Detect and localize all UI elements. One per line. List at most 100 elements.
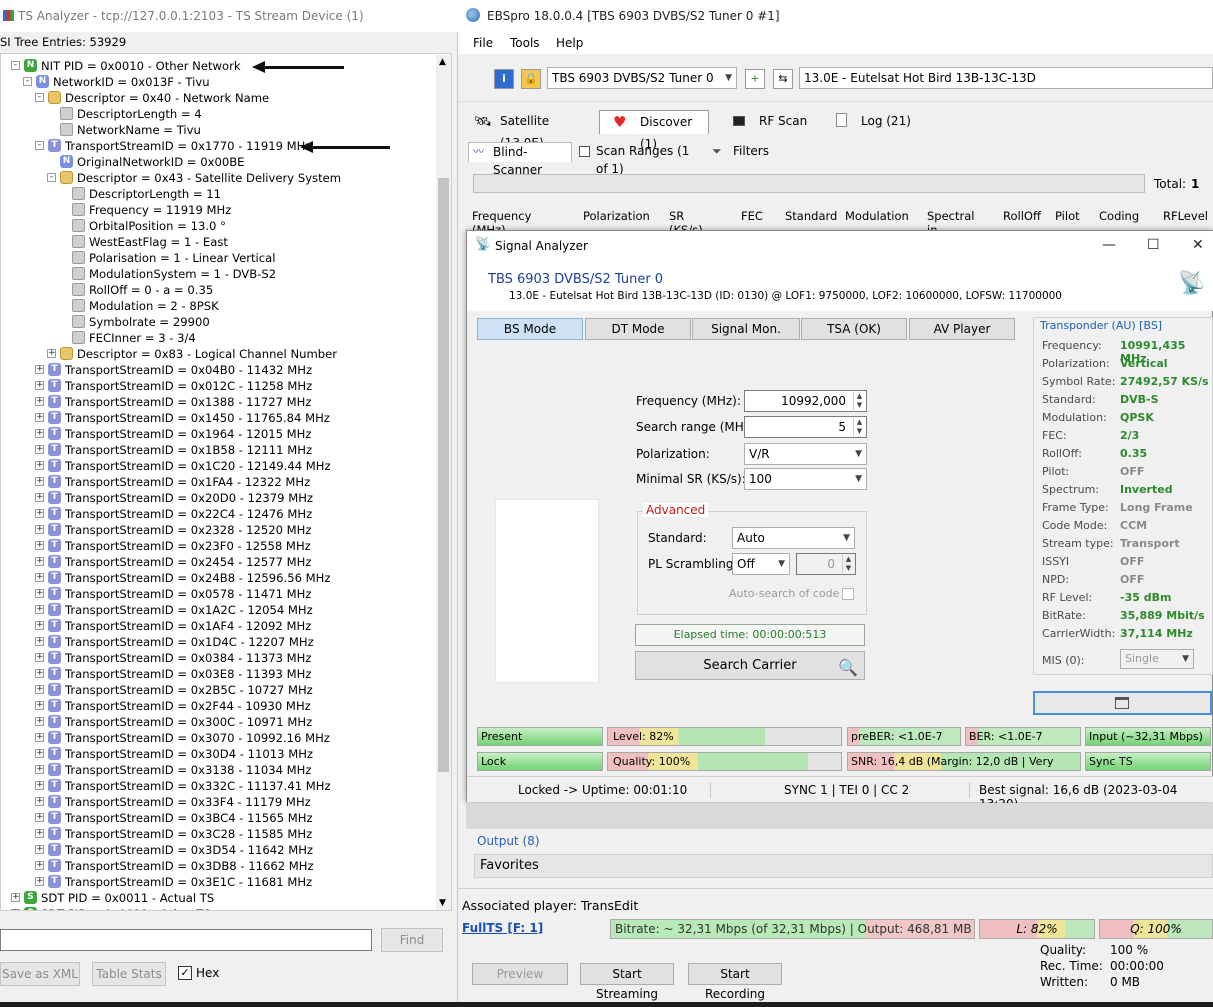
mode-tab-bs[interactable]: BS Mode [477,318,583,340]
start-streaming-button[interactable]: Start Streaming [580,963,674,1001]
tree-row[interactable]: + T TransportStreamID = 0x1964 - 12015 MHz [1,426,431,442]
maximize-icon[interactable]: ☐ [1147,237,1160,253]
tree-row[interactable]: + T TransportStreamID = 0x20D0 - 12379 MHz [1,490,431,506]
tree-row[interactable]: + T TransportStreamID = 0x1AF4 - 12092 MHz [1,618,431,634]
expand-icon[interactable]: + [11,909,20,910]
column-header[interactable]: Polarization [583,209,650,223]
expand-icon[interactable]: + [35,541,44,550]
expand-icon[interactable]: + [35,381,44,390]
spin-arrows-icon[interactable]: ▲ ▼ [842,555,854,573]
expand-icon[interactable]: + [35,669,44,678]
tree-scroll-thumb[interactable] [438,178,449,772]
satellite-select[interactable]: 13.0E - Eutelsat Hot Bird 13B-13C-13D [799,67,1213,89]
ebspro-titlebar[interactable]: EBSpro 18.0.0.4 [TBS 6903 DVBS/S2 Tuner … [458,0,1213,32]
expand-icon[interactable]: + [35,365,44,374]
tree-row[interactable]: - Descriptor = 0x43 - Satellite Delivery … [1,170,431,186]
expand-icon[interactable]: + [35,701,44,710]
output-tab[interactable]: Output (8) [477,834,540,848]
close-icon[interactable]: ✕ [1192,237,1204,253]
expand-icon[interactable]: + [35,797,44,806]
scroll-down-arrow-icon[interactable]: ▼ [439,898,446,908]
tree-row[interactable]: NetworkName = Tivu [1,122,431,138]
tree-row[interactable]: N OriginalNetworkID = 0x00BE [1,154,431,170]
tree-row[interactable]: + T TransportStreamID = 0x1B58 - 12111 MHz [1,442,431,458]
tab-log[interactable]: Log (21) [831,110,915,134]
tree-row[interactable]: + T TransportStreamID = 0x3C28 - 11585 MHz [1,826,431,842]
info-icon[interactable]: i [494,69,514,89]
tree-row[interactable]: Frequency = 11919 MHz [1,202,431,218]
tuner-settings-icon[interactable]: ⇆ [773,69,793,89]
column-header[interactable]: Standard [785,209,837,223]
tree-row[interactable]: + T TransportStreamID = 0x23F0 - 12558 MHz [1,538,431,554]
mode-tab-dt[interactable]: DT Mode [585,318,691,340]
expand-icon[interactable]: + [35,829,44,838]
collapse-icon[interactable]: - [11,61,20,70]
expand-icon[interactable]: + [35,749,44,758]
polarization-select[interactable]: V/R ▼ [744,443,867,465]
expand-icon[interactable]: + [35,861,44,870]
tree-row[interactable]: DescriptorLength = 11 [1,186,431,202]
tree-row[interactable]: + T TransportStreamID = 0x1A2C - 12054 MHz [1,602,431,618]
column-header[interactable]: RollOff [1003,209,1041,223]
tree-row[interactable]: ModulationSystem = 1 - DVB-S2 [1,266,431,282]
expand-icon[interactable]: + [35,413,44,422]
expand-icon[interactable]: + [35,653,44,662]
tree-row[interactable]: Symbolrate = 29900 [1,314,431,330]
table-stats-button[interactable]: Table Stats [92,962,166,986]
mode-tab-tsa[interactable]: TSA (OK) [801,318,907,340]
tree-row[interactable]: - N NetworkID = 0x013F - Tivu [1,74,431,90]
tree-row[interactable]: + T TransportStreamID = 0x332C - 11137.41 … [1,778,431,794]
column-header[interactable]: Pilot [1055,209,1080,223]
expand-icon[interactable]: + [35,877,44,886]
frequency-input[interactable]: 10992,000 ▲ ▼ [744,390,867,412]
spin-arrows-icon[interactable]: ▲ ▼ [853,392,865,410]
expand-icon[interactable]: + [35,621,44,630]
expand-icon[interactable]: + [35,845,44,854]
expand-icon[interactable]: + [35,589,44,598]
tree-row[interactable]: + T TransportStreamID = 0x012C - 11258 MHz [1,378,431,394]
mode-tab-av-player[interactable]: AV Player [909,318,1015,340]
expand-icon[interactable]: + [35,637,44,646]
search-range-input[interactable]: 5 ▲ ▼ [744,416,867,438]
tree-row[interactable]: + T TransportStreamID = 0x3DB8 - 11662 MHz [1,858,431,874]
expand-icon[interactable]: + [35,477,44,486]
expand-icon[interactable]: + [35,525,44,534]
hex-checkbox[interactable]: ✓ [178,966,192,980]
expand-icon[interactable]: + [35,461,44,470]
tree-row[interactable]: + T TransportStreamID = 0x2454 - 12577 MHz [1,554,431,570]
tree-row[interactable]: FECInner = 3 - 3/4 [1,330,431,346]
mis-select[interactable]: Single ▼ [1120,649,1194,669]
tree-row[interactable]: + S SDT PID = 0x0011 - Other TS [1,906,431,910]
mode-tab-signal-mon[interactable]: Signal Mon. [692,318,800,340]
tree-row[interactable]: + T TransportStreamID = 0x1450 - 11765.84 … [1,410,431,426]
expand-icon[interactable]: + [11,893,20,902]
tree-row[interactable]: + T TransportStreamID = 0x3E1C - 11681 MHz [1,874,431,890]
menu-help[interactable]: Help [556,36,583,50]
menu-tools[interactable]: Tools [510,36,540,50]
subtab-scan-ranges[interactable]: Scan Ranges (1 of 1) [576,142,704,176]
tree-row[interactable]: OrbitalPosition = 13.0 ° [1,218,431,234]
expand-icon[interactable]: + [35,605,44,614]
expand-icon[interactable]: + [35,445,44,454]
expand-icon[interactable]: + [35,573,44,582]
tree-row[interactable]: + T TransportStreamID = 0x0578 - 11471 MHz [1,586,431,602]
tree-row[interactable]: + T TransportStreamID = 0x04B0 - 11432 MHz [1,362,431,378]
min-sr-select[interactable]: 100 ▼ [744,468,867,490]
tab-discover[interactable]: ♥ Discover (1) [599,110,709,151]
column-header[interactable]: Modulation [845,209,909,223]
column-header[interactable]: RFLevel [1163,209,1208,223]
start-recording-button[interactable]: Start Recording [688,963,782,1001]
find-input[interactable] [0,929,372,951]
expand-icon[interactable]: + [35,781,44,790]
tree-row[interactable]: + T TransportStreamID = 0x1C20 - 12149.44 … [1,458,431,474]
tree-row[interactable]: + T TransportStreamID = 0x1388 - 11727 MHz [1,394,431,410]
fullts-link[interactable]: FullTS [F: 1] [462,921,543,935]
ts-analyzer-titlebar[interactable]: TS Analyzer - tcp://127.0.0.1:2103 - TS … [0,0,458,32]
tree-row[interactable]: DescriptorLength = 4 [1,106,431,122]
spin-arrows-icon[interactable]: ▲ ▼ [853,418,865,436]
expand-icon[interactable]: + [35,397,44,406]
tree-row[interactable]: + T TransportStreamID = 0x3138 - 11034 MHz [1,762,431,778]
expand-icon[interactable]: + [35,733,44,742]
standard-select[interactable]: Auto ▼ [732,527,855,549]
tree-row[interactable]: + T TransportStreamID = 0x1FA4 - 12322 MHz [1,474,431,490]
